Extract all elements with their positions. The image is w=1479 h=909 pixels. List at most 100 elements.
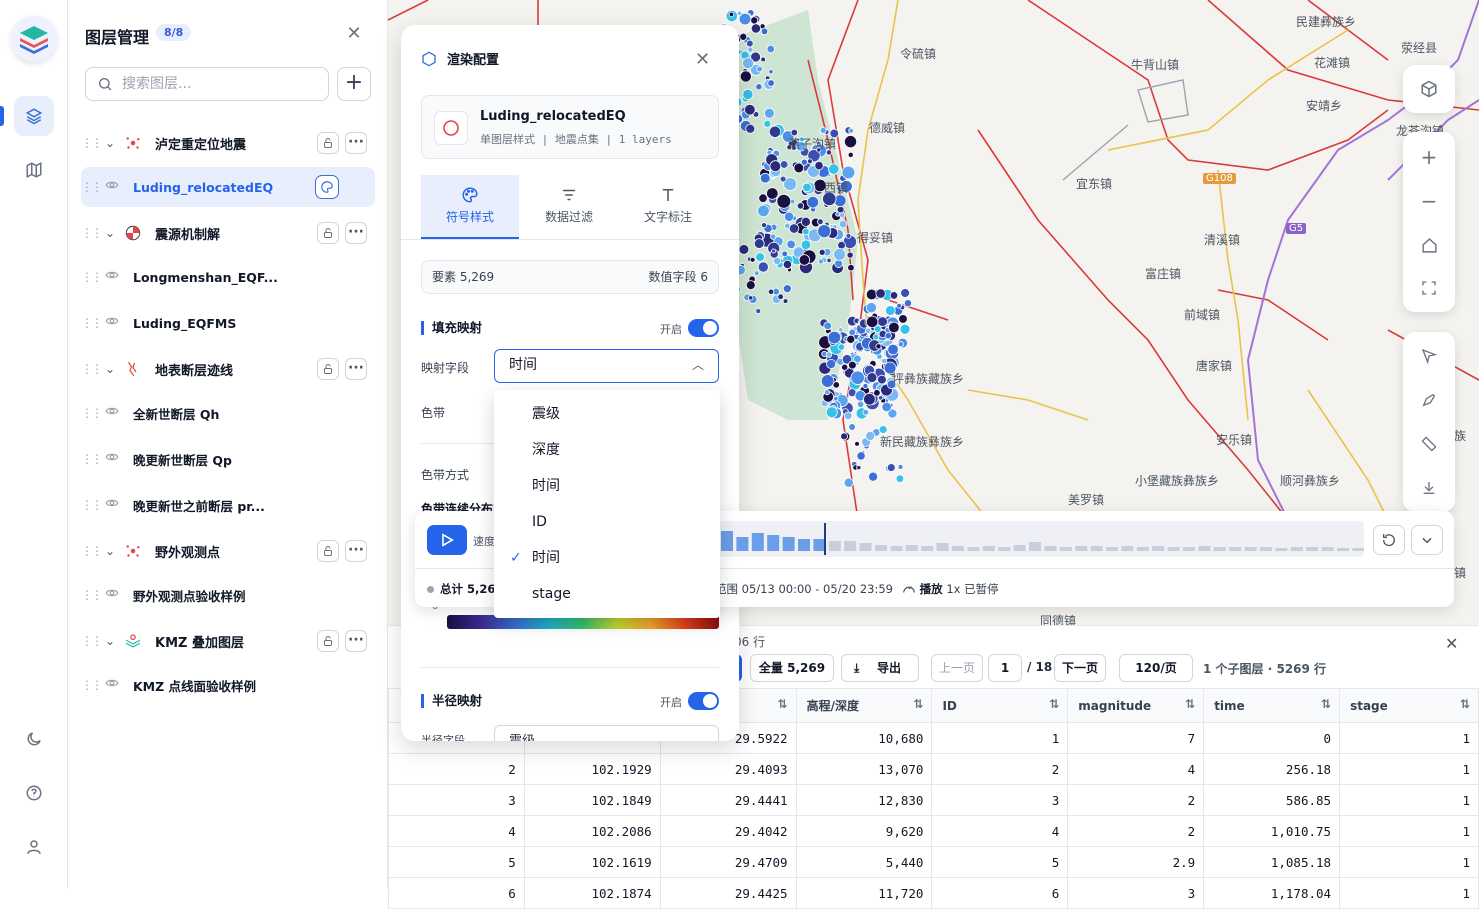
chevron-down-icon[interactable]: ⌄ — [99, 544, 121, 558]
more-options-button[interactable]: ··· — [345, 132, 367, 154]
column-header[interactable]: stage ⇅ — [1339, 688, 1479, 723]
column-header[interactable]: 高程/深度 ⇅ — [795, 688, 933, 723]
ruler-icon[interactable] — [1417, 432, 1441, 456]
lock-button[interactable] — [317, 132, 339, 154]
column-header[interactable]: magnitude ⇅ — [1067, 688, 1205, 723]
cube-icon[interactable] — [1417, 77, 1441, 101]
chevron-down-icon[interactable]: ⌄ — [99, 226, 121, 240]
drag-handle-icon[interactable]: ⋮⋮ — [81, 452, 103, 466]
close-icon[interactable]: ✕ — [344, 24, 364, 44]
dropdown-option[interactable]: 时间 — [494, 468, 720, 504]
dropdown-option[interactable]: ID — [494, 504, 720, 540]
layer-item-row[interactable]: ⋮⋮ Luding_relocatedEQ — [81, 167, 375, 207]
eye-icon[interactable] — [105, 450, 119, 464]
close-icon[interactable]: ✕ — [695, 49, 710, 70]
play-button[interactable] — [427, 525, 467, 555]
lock-button[interactable] — [317, 630, 339, 652]
eye-icon[interactable] — [105, 178, 119, 192]
eye-icon[interactable] — [105, 496, 119, 510]
reset-button[interactable] — [1373, 525, 1405, 555]
layer-item-row[interactable]: ⋮⋮ 晚更新世断层 Qp — [81, 439, 375, 479]
close-icon[interactable]: ✕ — [1445, 634, 1458, 653]
chevron-down-icon[interactable]: ⌄ — [99, 136, 121, 150]
app-logo[interactable] — [11, 16, 57, 62]
lock-button[interactable] — [317, 222, 339, 244]
table-row[interactable]: 5 102.1619 29.4709 5,440 5 2.9 1,085.18 1 — [388, 846, 1479, 878]
visibility-toggle[interactable] — [105, 676, 125, 694]
fullscreen-icon[interactable] — [1417, 276, 1441, 300]
sort-icon[interactable]: ⇅ — [1460, 697, 1470, 711]
time-histogram[interactable] — [719, 521, 1365, 557]
column-header[interactable]: ID ⇅ — [931, 688, 1069, 723]
drag-handle-icon[interactable]: ⋮⋮ — [81, 678, 103, 692]
pen-icon[interactable] — [1417, 388, 1441, 412]
lock-button[interactable] — [317, 540, 339, 562]
layer-item-row[interactable]: ⋮⋮ 野外观测点验收样例 — [81, 575, 375, 615]
sort-icon[interactable]: ⇅ — [1321, 697, 1331, 711]
more-options-button[interactable]: ··· — [345, 540, 367, 562]
fill-mapping-toggle[interactable] — [688, 319, 719, 337]
layer-group-row[interactable]: ⋮⋮ ⌄ KMZ 叠加图层 ··· — [81, 621, 375, 661]
eye-icon[interactable] — [105, 314, 119, 328]
sort-icon[interactable]: ⇅ — [1049, 697, 1059, 711]
eye-icon[interactable] — [105, 676, 119, 690]
tab-symbol-style[interactable]: 符号样式 — [421, 175, 519, 239]
more-options-button[interactable]: ··· — [345, 630, 367, 652]
drag-handle-icon[interactable]: ⋮⋮ — [81, 270, 103, 284]
drag-handle-icon[interactable]: ⋮⋮ — [81, 226, 103, 240]
visibility-toggle[interactable] — [105, 314, 125, 332]
radius-field-select[interactable]: 震级 — [494, 725, 719, 741]
select-icon[interactable] — [1417, 344, 1441, 368]
collapse-button[interactable] — [1411, 525, 1443, 555]
drag-handle-icon[interactable]: ⋮⋮ — [81, 180, 103, 194]
page-input[interactable]: 1 — [988, 654, 1022, 682]
drag-handle-icon[interactable]: ⋮⋮ — [81, 544, 103, 558]
visibility-toggle[interactable] — [105, 268, 125, 286]
layer-item-row[interactable]: ⋮⋮ Luding_EQFMS — [81, 303, 375, 343]
chevron-down-icon[interactable]: ⌄ — [99, 634, 121, 648]
zoom-out-icon[interactable]: − — [1417, 189, 1441, 213]
sort-icon[interactable]: ⇅ — [913, 697, 923, 711]
layer-group-row[interactable]: ⋮⋮ ⌄ 震源机制解 ··· — [81, 213, 375, 253]
layers-nav-button[interactable] — [14, 96, 54, 136]
dropdown-option[interactable]: ✓ 时间 — [494, 540, 720, 576]
layer-group-row[interactable]: ⋮⋮ ⌄ 地表断层迹线 ··· — [81, 349, 375, 389]
export-button[interactable]: ⤓ 导出 — [841, 654, 919, 682]
prev-page-button[interactable]: 上一页 — [931, 654, 983, 682]
tab-data-filter[interactable]: 数据过滤 — [520, 175, 618, 239]
style-button[interactable] — [315, 175, 339, 199]
eye-icon[interactable] — [105, 404, 119, 418]
drag-handle-icon[interactable]: ⋮⋮ — [81, 136, 103, 150]
layer-group-row[interactable]: ⋮⋮ ⌄ 野外观测点 ··· — [81, 531, 375, 571]
help-button[interactable] — [14, 773, 54, 813]
visibility-toggle[interactable] — [105, 586, 125, 604]
eye-icon[interactable] — [105, 586, 119, 600]
more-options-button[interactable]: ··· — [345, 358, 367, 380]
user-button[interactable] — [14, 827, 54, 867]
all-rows-button[interactable]: 全量 5,269 — [750, 654, 834, 682]
layer-item-row[interactable]: ⋮⋮ 晚更新世之前断层 pr... — [81, 485, 375, 525]
visibility-toggle[interactable] — [105, 178, 125, 196]
layer-item-row[interactable]: ⋮⋮ KMZ 点线面验收样例 — [81, 665, 375, 705]
next-page-button[interactable]: 下一页 — [1054, 654, 1106, 682]
sort-icon[interactable]: ⇅ — [1185, 697, 1195, 711]
add-layer-button[interactable]: + — [337, 67, 371, 101]
mapping-field-select[interactable]: 时间 ︿ — [494, 349, 719, 383]
dropdown-option[interactable]: 深度 — [494, 432, 720, 468]
drag-handle-icon[interactable]: ⋮⋮ — [81, 362, 103, 376]
dropdown-option[interactable]: 震级 — [494, 396, 720, 432]
column-header[interactable]: time ⇅ — [1203, 688, 1341, 723]
drag-handle-icon[interactable]: ⋮⋮ — [81, 406, 103, 420]
dropdown-option[interactable]: stage — [494, 576, 720, 612]
visibility-toggle[interactable] — [105, 404, 125, 422]
table-row[interactable]: 3 102.1849 29.4441 12,830 3 2 586.85 1 — [388, 784, 1479, 816]
table-row[interactable]: 4 102.2086 29.4042 9,620 4 2 1,010.75 1 — [388, 815, 1479, 847]
drag-handle-icon[interactable]: ⋮⋮ — [81, 498, 103, 512]
layer-search-input[interactable]: 搜索图层... — [85, 67, 329, 101]
chevron-down-icon[interactable]: ⌄ — [99, 362, 121, 376]
layer-item-row[interactable]: ⋮⋮ 全新世断层 Qh — [81, 393, 375, 433]
layer-item-row[interactable]: ⋮⋮ Longmenshan_EQF... — [81, 257, 375, 297]
basemap-nav-button[interactable] — [14, 150, 54, 190]
zoom-in-icon[interactable]: + — [1417, 145, 1441, 169]
download-icon[interactable] — [1417, 476, 1441, 500]
